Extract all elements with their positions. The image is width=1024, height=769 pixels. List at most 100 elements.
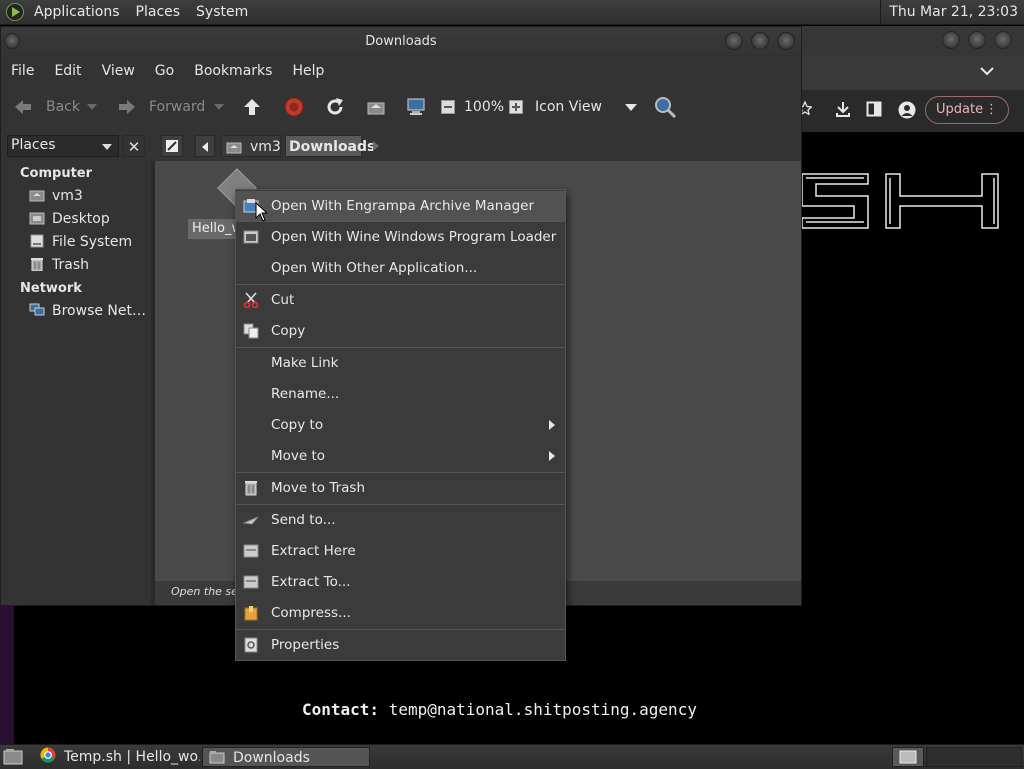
path-segment-vm3[interactable]: vm3 (221, 135, 281, 157)
zoom-in-icon[interactable] (509, 100, 523, 114)
menu-item-copy[interactable]: Copy (236, 316, 565, 346)
computer-icon[interactable] (406, 97, 426, 117)
zoom-out-icon[interactable] (441, 100, 455, 114)
close-button[interactable] (777, 32, 795, 50)
back-arrow-icon[interactable] (13, 97, 33, 117)
extract-icon (243, 544, 259, 558)
task-label: Temp.sh | Hello_wo… (64, 749, 200, 765)
menu-item-send-to[interactable]: Send to... (236, 505, 565, 535)
menu-item-cut[interactable]: Cut (236, 285, 565, 315)
more-icon[interactable]: ⋮ (985, 97, 998, 123)
sidebar-selector-label: Places (11, 137, 56, 153)
search-icon[interactable] (653, 95, 677, 119)
download-icon[interactable] (834, 100, 852, 118)
sidebar-item-file-system[interactable]: File System (29, 232, 132, 252)
menu-item-properties[interactable]: Properties (236, 630, 565, 660)
workspace-2[interactable] (926, 747, 1022, 767)
path-back-button[interactable] (195, 135, 215, 157)
forward-arrow-icon[interactable] (117, 97, 137, 117)
chevron-down-icon (102, 144, 112, 150)
sidebar-item-vm3[interactable]: vm3 (29, 186, 83, 206)
menu-item-move-to[interactable]: Move to (236, 441, 565, 471)
sidebar-selector[interactable]: Places (7, 135, 119, 157)
stop-icon[interactable] (284, 97, 304, 117)
menu-item-extract-to[interactable]: Extract To... (236, 567, 565, 597)
home-folder-icon (29, 188, 45, 202)
sidebar-item-label: File System (52, 234, 133, 250)
clock[interactable]: Thu Mar 21, 23:03 (880, 0, 1024, 24)
forward-button[interactable]: Forward (149, 85, 205, 129)
sidebar-item-browse-network[interactable]: Browse Net… (29, 301, 146, 321)
task-downloads[interactable]: Downloads (202, 747, 370, 767)
edit-location-button[interactable] (161, 135, 183, 157)
menu-edit[interactable]: Edit (44, 57, 91, 85)
sidebar-item-trash[interactable]: Trash (29, 255, 89, 275)
ascii-art-letters (802, 173, 999, 229)
chrome-icon (40, 747, 56, 763)
submenu-arrow-icon (549, 451, 555, 461)
places-menu[interactable]: Places (128, 0, 189, 24)
location-bar: Places ✕ vm3 Downloads (1, 129, 801, 161)
minimize-button[interactable] (725, 32, 743, 50)
applications-menu[interactable]: Applications (26, 0, 128, 24)
sidebar-icon[interactable] (866, 101, 882, 117)
copy-icon (243, 323, 259, 339)
task-browser[interactable]: Temp.sh | Hello_wo… (34, 747, 200, 767)
top-panel: Applications Places System Thu Mar 21, 2… (0, 0, 1024, 25)
path-segment-downloads[interactable]: Downloads (285, 135, 375, 157)
menu-help[interactable]: Help (282, 57, 334, 85)
chevron-down-icon[interactable] (980, 66, 994, 76)
path-segment-label: vm3 (250, 139, 281, 155)
contact-line: Contact: temp@national.shitposting.agenc… (302, 700, 697, 719)
close-sidebar-button[interactable]: ✕ (123, 135, 145, 157)
menu-bookmarks[interactable]: Bookmarks (184, 57, 282, 85)
wine-icon (243, 230, 259, 244)
contact-email[interactable]: temp@national.shitposting.agency (389, 700, 697, 719)
desktop-background-strip (0, 606, 14, 744)
menu-item-move-to-trash[interactable]: Move to Trash (236, 473, 565, 503)
forward-history-dropdown-icon[interactable] (214, 104, 224, 112)
places-sidebar: Computer vm3 Desktop File System Trash N… (1, 161, 151, 605)
sidebar-heading-computer: Computer (20, 166, 93, 181)
home-folder-icon (226, 142, 242, 154)
view-mode-dropdown-icon[interactable] (625, 104, 637, 112)
browser-minimize-button[interactable] (942, 31, 960, 49)
menu-file[interactable]: File (1, 57, 44, 85)
extract-icon (243, 575, 259, 589)
show-desktop-icon[interactable] (3, 748, 23, 766)
menu-view[interactable]: View (92, 57, 145, 85)
back-history-dropdown-icon[interactable] (87, 104, 97, 112)
zoom-level[interactable]: 100% (464, 85, 504, 129)
reload-icon[interactable] (325, 97, 345, 117)
browser-toolbar: Update ⋮ (798, 90, 1024, 132)
maximize-button[interactable] (751, 32, 769, 50)
chevron-right-icon[interactable] (373, 141, 379, 151)
sidebar-item-desktop[interactable]: Desktop (29, 209, 110, 229)
file-manager-titlebar[interactable]: Downloads (1, 27, 801, 57)
browser-close-button[interactable] (994, 31, 1012, 49)
menu-item-open-with-wine[interactable]: Open With Wine Windows Program Loader (236, 222, 565, 252)
browser-maximize-button[interactable] (968, 31, 986, 49)
window-title: Downloads (365, 34, 437, 49)
menu-go[interactable]: Go (145, 57, 184, 85)
menu-item-rename[interactable]: Rename... (236, 379, 565, 409)
view-mode-selector[interactable]: Icon View (535, 85, 602, 129)
back-button[interactable]: Back (46, 85, 80, 129)
compress-icon (244, 606, 258, 621)
network-icon (29, 303, 45, 317)
workspace-switcher[interactable] (892, 747, 924, 767)
menu-item-open-with-other[interactable]: Open With Other Application... (236, 253, 565, 283)
menu-item-copy-to[interactable]: Copy to (236, 410, 565, 440)
distro-logo-icon[interactable] (6, 3, 24, 21)
drive-icon (29, 234, 45, 248)
update-button[interactable]: Update ⋮ (925, 96, 1009, 124)
menu-item-compress[interactable]: Compress... (236, 598, 565, 628)
up-arrow-icon[interactable] (242, 97, 262, 117)
menu-item-open-with-engrampa[interactable]: Open With Engrampa Archive Manager (236, 191, 565, 221)
home-folder-icon[interactable] (366, 97, 386, 117)
profile-icon[interactable] (898, 101, 916, 119)
menu-item-extract-here[interactable]: Extract Here (236, 536, 565, 566)
menu-item-make-link[interactable]: Make Link (236, 348, 565, 378)
context-menu: Open With Engrampa Archive Manager Open … (235, 189, 566, 661)
system-menu[interactable]: System (188, 0, 256, 24)
